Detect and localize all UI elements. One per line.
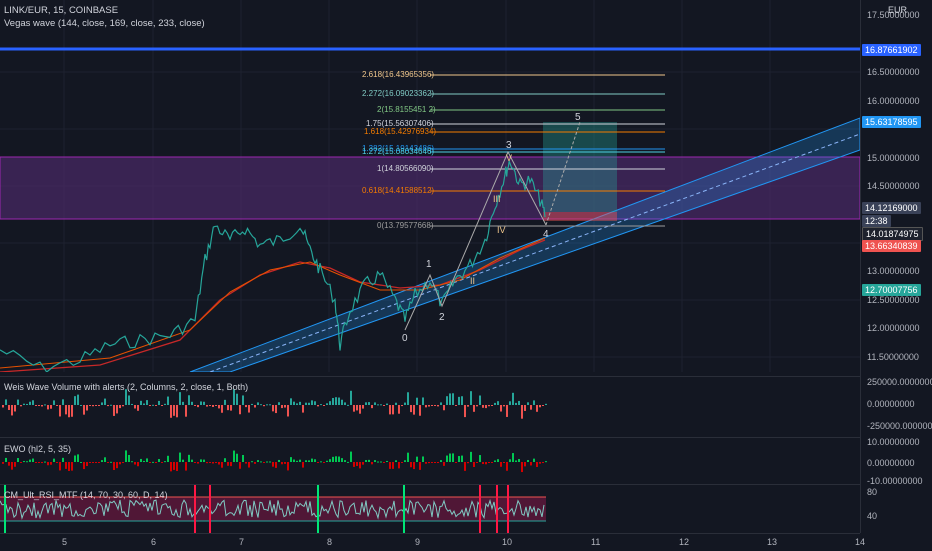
price-tick: 13.00000000 xyxy=(867,266,920,276)
price-tick: 14.50000000 xyxy=(867,181,920,191)
time-tick: 6 xyxy=(151,537,157,547)
price-tick: 11.50000000 xyxy=(867,352,919,362)
wave-label-iv: IV xyxy=(497,225,506,235)
symbol-legend[interactable]: LINK/EUR, 15, COINBASE xyxy=(4,5,118,16)
countdown-badge: 12:38 xyxy=(862,215,891,227)
time-tick: 13 xyxy=(767,537,778,547)
price-badge-last: 14.12169000 xyxy=(862,202,921,214)
currency-label[interactable]: EUR xyxy=(888,5,907,15)
wave-label-2: 2 xyxy=(439,312,445,323)
weis-tick: 0.00000000 xyxy=(867,399,915,409)
time-tick: 8 xyxy=(327,537,333,547)
time-axis[interactable]: 5 6 7 8 9 10 11 12 13 14 xyxy=(0,533,865,551)
price-badge-channel: 15.63178595 xyxy=(862,116,921,128)
fib-label: 1.618(15.42976934) xyxy=(364,127,437,136)
ewo-tick: 0.00000000 xyxy=(867,458,915,468)
wave-label-4: 4 xyxy=(543,229,549,240)
wave-label-1: 1 xyxy=(426,259,432,270)
indicator-legend[interactable]: Vegas wave (144, close, 169, close, 233,… xyxy=(4,18,205,29)
time-tick: 12 xyxy=(679,537,690,547)
wave-label-v: V xyxy=(506,153,513,163)
fib-label: 0.618(14.41588512) xyxy=(362,186,435,195)
ewo-tick: 10.00000000 xyxy=(867,437,920,447)
price-badge-support: 12.70007756 xyxy=(862,284,921,296)
ewo-canvas xyxy=(2,450,547,473)
price-tick: 12.00000000 xyxy=(867,323,920,333)
price-badge-stop: 13.66340839 xyxy=(862,240,921,252)
weis-wave-pane[interactable]: Weis Wave Volume with alerts (2, Columns… xyxy=(0,376,860,432)
fib-label: 0(13.79577668) xyxy=(377,221,434,230)
price-badge-key-level: 16.87661902 xyxy=(862,44,921,56)
wave-label-iii: III xyxy=(493,194,501,204)
time-tick: 14 xyxy=(855,537,866,547)
target-box xyxy=(543,122,617,212)
time-tick: 10 xyxy=(502,537,513,547)
weis-tick: -250000.00000000 xyxy=(867,421,932,431)
price-axis[interactable]: 17.50000000 16.50000000 16.00000000 15.0… xyxy=(860,0,932,533)
fib-label: 2.618(16.43965356) xyxy=(362,70,435,79)
price-tick: 12.50000000 xyxy=(867,295,920,305)
time-tick: 11 xyxy=(591,537,601,547)
time-tick: 5 xyxy=(62,537,68,547)
main-chart[interactable]: LINK/EUR, 15, COINBASE Vegas wave (144, … xyxy=(0,0,860,372)
fib-label: 2(15.8155451 2) xyxy=(377,105,436,114)
wave-label-0: 0 xyxy=(402,333,408,344)
rsi-pane[interactable]: CM_Ult_RSI_MTF (14, 70, 30, 60, D, 14) xyxy=(0,484,860,534)
time-tick: 9 xyxy=(415,537,421,547)
rsi-legend[interactable]: CM_Ult_RSI_MTF (14, 70, 30, 60, D, 14) xyxy=(4,490,168,500)
ewo-legend[interactable]: EWO (hl2, 5, 35) xyxy=(4,444,71,454)
rsi-tick: 40 xyxy=(867,511,878,521)
time-tick: 7 xyxy=(239,537,245,547)
wave-label-ii: II xyxy=(470,276,476,286)
fib-label: 1(14.80566090) xyxy=(377,164,434,173)
ewo-pane[interactable]: EWO (hl2, 5, 35) xyxy=(0,437,860,483)
price-tick: 16.00000000 xyxy=(867,96,920,106)
trend-channel xyxy=(189,117,860,372)
price-tick: 16.50000000 xyxy=(867,67,920,77)
price-badge-mid: 14.01874975 xyxy=(862,227,923,241)
fib-label: 1.272(15.08034646) xyxy=(362,147,435,156)
weis-tick: 250000.00000000 xyxy=(867,377,932,387)
price-tick: 15.00000000 xyxy=(867,153,920,163)
rsi-tick: 80 xyxy=(867,487,878,497)
wave-label-5: 5 xyxy=(575,112,581,123)
ewo-tick: -10.00000000 xyxy=(867,476,923,486)
weis-wave-legend[interactable]: Weis Wave Volume with alerts (2, Columns… xyxy=(4,382,248,392)
fib-label: 2.272(16.09023362) xyxy=(362,89,435,98)
wave-label-3: 3 xyxy=(506,140,512,151)
